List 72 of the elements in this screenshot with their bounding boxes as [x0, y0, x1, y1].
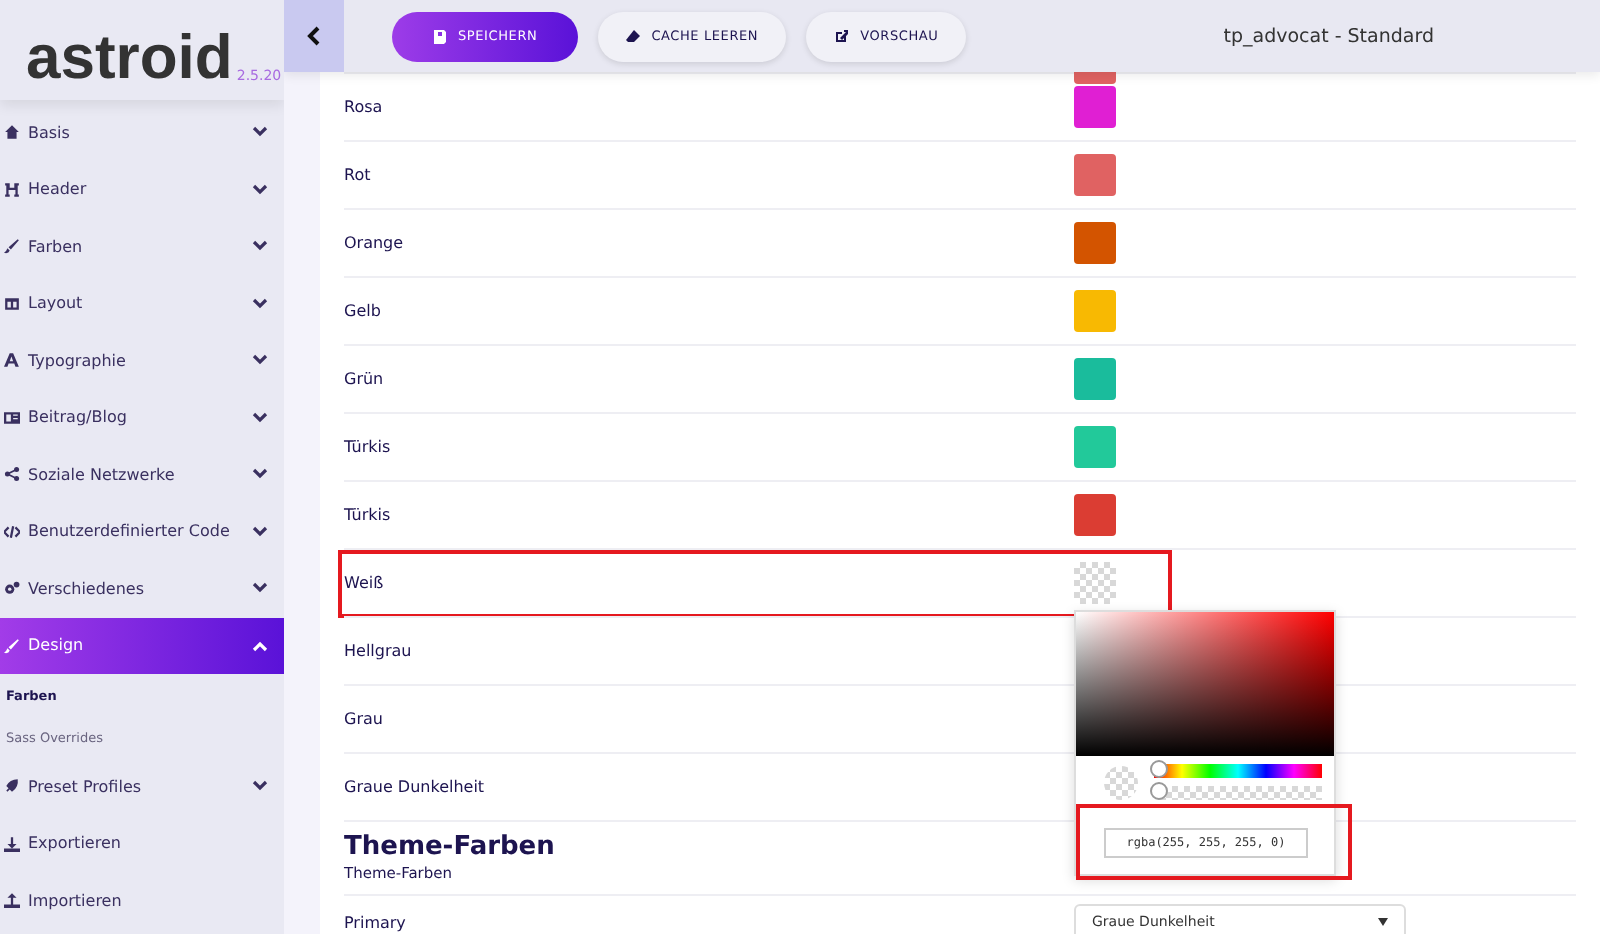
color-swatch[interactable]	[1074, 72, 1116, 84]
sidebar-item[interactable]: Soziale Netzwerke	[0, 446, 284, 503]
chevron-icon	[252, 780, 268, 793]
chevron-icon	[252, 297, 268, 310]
color-swatch[interactable]	[1074, 290, 1116, 332]
chevron-icon	[252, 126, 268, 139]
field-label: Primary	[344, 913, 408, 931]
sidebar-item[interactable]: Benutzerdefinierter Code	[0, 503, 284, 560]
color-preview	[1104, 765, 1138, 799]
color-label: Türkis	[344, 506, 393, 524]
color-label: Rot	[344, 166, 373, 184]
slider-thumb[interactable]	[1150, 760, 1168, 778]
color-swatch[interactable]	[1074, 426, 1116, 468]
color-swatch[interactable]	[1074, 86, 1116, 128]
slider-thumb[interactable]	[1150, 782, 1168, 800]
color-label: Hellgrau	[344, 642, 414, 660]
menu-icon	[4, 778, 20, 795]
menu-icon	[4, 238, 20, 255]
chevron-icon	[252, 582, 268, 595]
back-icon	[306, 26, 322, 46]
template-title: tp_advocat - Standard	[1223, 25, 1434, 47]
sidebar-item[interactable]: Design	[0, 617, 284, 674]
sidebar-item[interactable]: Typographie	[0, 332, 284, 389]
menu-icon	[4, 352, 20, 369]
sidebar-item[interactable]: Basis	[0, 104, 284, 161]
chevron-icon	[252, 354, 268, 367]
menu-icon	[4, 466, 20, 483]
sidebar-item[interactable]: Header	[0, 161, 284, 218]
sidebar-item[interactable]: Exportieren	[0, 815, 284, 872]
chevron-icon	[252, 183, 268, 196]
menu-icon	[4, 835, 20, 852]
sidebar-item[interactable]: Verschiedenes	[0, 560, 284, 617]
section-title: Theme-Farben	[344, 832, 555, 862]
saturation-area[interactable]	[1076, 612, 1334, 756]
color-label: Türkis	[344, 438, 393, 456]
transparent-swatch[interactable]	[1074, 562, 1116, 604]
sidebar-item[interactable]: Farben	[0, 218, 284, 275]
color-label: Rosa	[344, 98, 385, 116]
color-swatch[interactable]	[1074, 222, 1116, 264]
color-label: Grau	[344, 710, 385, 728]
chevron-icon	[252, 468, 268, 481]
menu-icon	[4, 181, 20, 198]
color-label: Weiß	[344, 574, 386, 592]
color-swatch[interactable]	[1074, 154, 1116, 196]
button-icon	[625, 28, 642, 44]
sidebar-item[interactable]: Layout	[0, 275, 284, 332]
alpha-slider[interactable]	[1154, 786, 1322, 800]
back-button[interactable]	[284, 0, 344, 72]
color-label: Grün	[344, 370, 386, 388]
color-swatch[interactable]	[1074, 494, 1116, 536]
chevron-icon	[252, 240, 268, 253]
chevron-icon	[252, 411, 268, 424]
sidebar-item[interactable]: Preset Profiles	[0, 758, 284, 815]
color-swatch[interactable]	[1074, 358, 1116, 400]
menu-icon	[4, 637, 20, 654]
button-icon	[834, 28, 851, 44]
menu-icon	[4, 295, 20, 312]
button-icon	[432, 28, 448, 44]
menu-icon	[4, 892, 20, 909]
logo-text: astroid	[26, 26, 233, 88]
menu-icon	[4, 409, 20, 426]
chevron-icon	[252, 639, 268, 652]
hue-slider[interactable]	[1154, 764, 1322, 778]
color-label: Graue Dunkelheit	[344, 778, 487, 796]
sidebar-item[interactable]: Importieren	[0, 872, 284, 929]
menu-icon	[4, 124, 20, 141]
caret-icon	[1378, 918, 1388, 926]
color-label: Gelb	[344, 302, 383, 320]
color-label: Orange	[344, 234, 406, 252]
menu-icon	[4, 523, 20, 540]
chevron-icon	[252, 525, 268, 538]
sidebar-item[interactable]: Beitrag/Blog	[0, 389, 284, 446]
